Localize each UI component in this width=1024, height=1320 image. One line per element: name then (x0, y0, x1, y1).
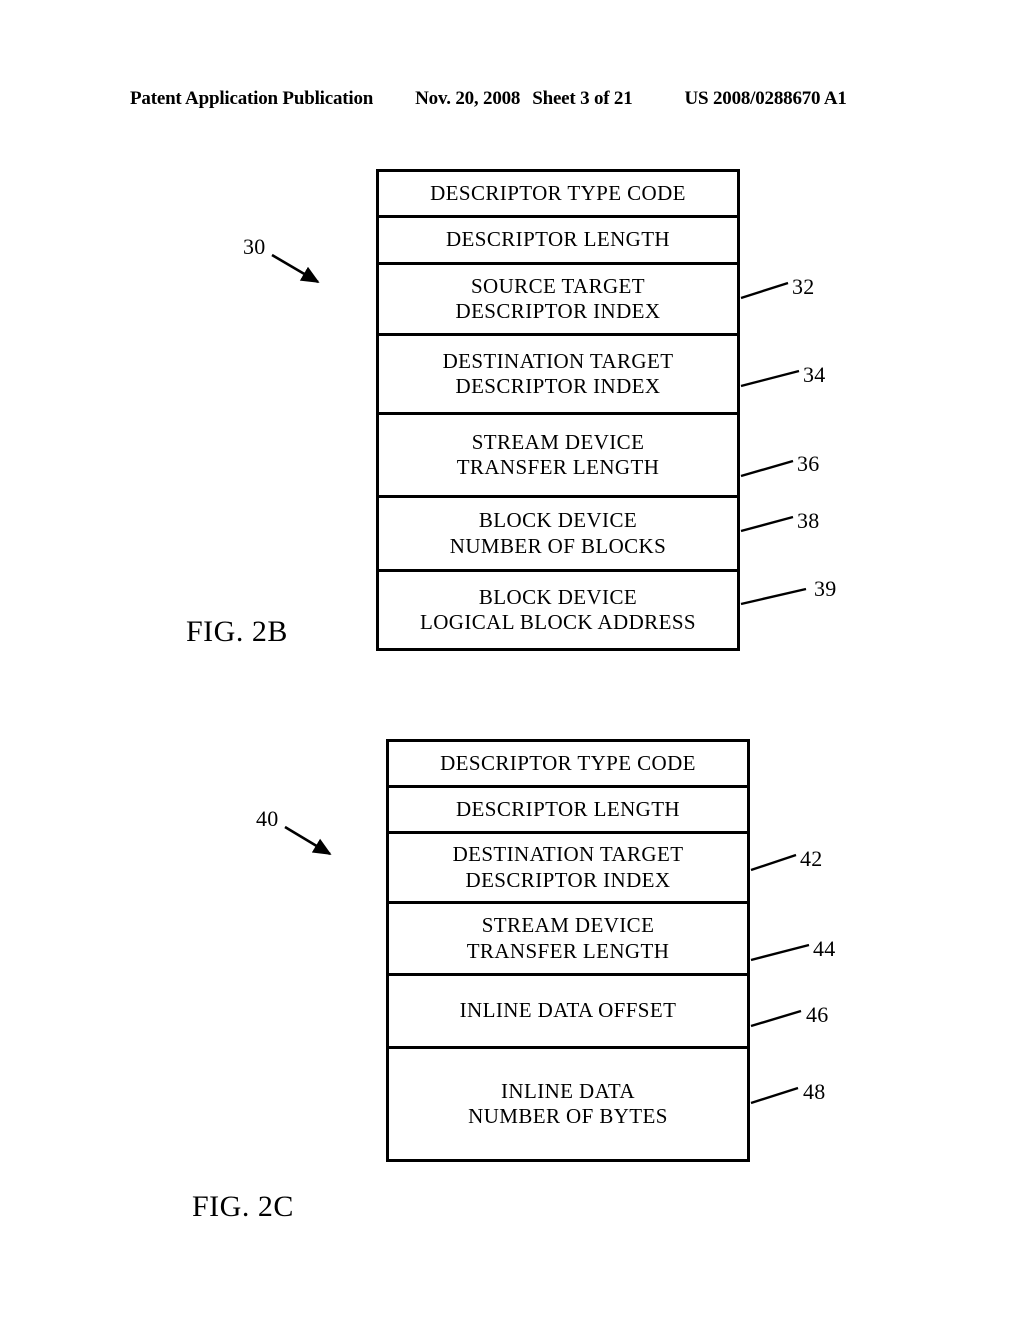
table-row: SOURCE TARGET DESCRIPTOR INDEX (379, 265, 737, 336)
leader-line-36 (740, 459, 794, 478)
reference-numeral-36: 36 (797, 451, 820, 476)
header-publication-label: Patent Application Publication (130, 88, 374, 109)
row-text-line: BLOCK DEVICE (478, 584, 638, 609)
reference-numeral-34: 34 (803, 362, 826, 387)
leader-line-44 (750, 943, 810, 962)
reference-numeral-42: 42 (800, 846, 823, 871)
table-row: INLINE DATA NUMBER OF BYTES (389, 1049, 747, 1159)
header-sheet-label: Sheet 3 of 21 (532, 88, 633, 109)
header-date-label: Nov. 20, 2008 (415, 88, 521, 109)
row-text-line: TRANSFER LENGTH (456, 455, 660, 479)
table-row: INLINE DATA OFFSET (389, 976, 747, 1049)
header-patent-number: US 2008/0288670 A1 (684, 88, 847, 109)
row-text-line: DESTINATION TARGET (452, 842, 684, 867)
row-text-line: STREAM DEVICE (481, 913, 655, 938)
leader-line-32 (740, 281, 789, 300)
reference-numeral-46: 46 (806, 1002, 829, 1027)
table-row: DESCRIPTOR LENGTH (379, 218, 737, 265)
leader-line-38 (740, 515, 794, 533)
row-text-line: BLOCK DEVICE (478, 508, 638, 533)
table-row: DESTINATION TARGET DESCRIPTOR INDEX (379, 336, 737, 415)
table-row: DESCRIPTOR LENGTH (389, 788, 747, 834)
table-row: STREAM DEVICE TRANSFER LENGTH (389, 904, 747, 976)
figure-caption-2b: FIG. 2B (186, 615, 288, 648)
row-text-line: LOGICAL BLOCK ADDRESS (420, 610, 696, 634)
row-text-line: DESCRIPTOR TYPE CODE (440, 750, 696, 775)
figure-caption-2c: FIG. 2C (192, 1190, 294, 1223)
table-row: DESCRIPTOR TYPE CODE (389, 742, 747, 788)
row-text-line: DESCRIPTOR INDEX (455, 299, 661, 323)
leader-line-42 (750, 853, 797, 872)
row-text-line: DESCRIPTOR LENGTH (445, 227, 670, 252)
row-text-line: DESTINATION TARGET (442, 348, 674, 373)
table-row: STREAM DEVICE TRANSFER LENGTH (379, 415, 737, 498)
page-header: Patent Application Publication Nov. 20, … (130, 88, 890, 114)
row-text-line: TRANSFER LENGTH (466, 938, 670, 963)
leader-line-46 (750, 1009, 802, 1028)
row-text-line: INLINE DATA (501, 1078, 635, 1103)
figure-ref-arrow-40 (284, 825, 332, 856)
descriptor-table-fig-2c: DESCRIPTOR TYPE CODE DESCRIPTOR LENGTH D… (386, 739, 750, 1162)
leader-line-39 (740, 587, 807, 606)
leader-line-34 (740, 369, 800, 388)
row-text-line: DESCRIPTOR TYPE CODE (430, 180, 686, 205)
reference-numeral-48: 48 (803, 1079, 826, 1104)
row-text-line: DESCRIPTOR INDEX (465, 867, 671, 892)
reference-numeral-40: 40 (256, 806, 279, 831)
row-text-line: DESCRIPTOR INDEX (455, 374, 661, 398)
figure-ref-arrow-30 (271, 253, 320, 284)
reference-numeral-32: 32 (792, 274, 815, 299)
table-row: DESCRIPTOR TYPE CODE (379, 172, 737, 218)
table-row: DESTINATION TARGET DESCRIPTOR INDEX (389, 834, 747, 904)
descriptor-table-fig-2b: DESCRIPTOR TYPE CODE DESCRIPTOR LENGTH S… (376, 169, 740, 651)
table-row: BLOCK DEVICE NUMBER OF BLOCKS (379, 498, 737, 572)
table-row: BLOCK DEVICE LOGICAL BLOCK ADDRESS (379, 572, 737, 648)
row-text-line: INLINE DATA OFFSET (459, 998, 677, 1023)
reference-numeral-39: 39 (814, 576, 837, 601)
reference-numeral-38: 38 (797, 508, 820, 533)
row-text-line: NUMBER OF BYTES (468, 1104, 668, 1128)
reference-numeral-30: 30 (243, 234, 266, 259)
reference-numeral-44: 44 (813, 936, 836, 961)
row-text-line: SOURCE TARGET (470, 273, 646, 298)
row-text-line: DESCRIPTOR LENGTH (455, 796, 680, 821)
row-text-line: NUMBER OF BLOCKS (449, 533, 667, 558)
leader-line-48 (750, 1086, 799, 1105)
row-text-line: STREAM DEVICE (471, 429, 645, 454)
